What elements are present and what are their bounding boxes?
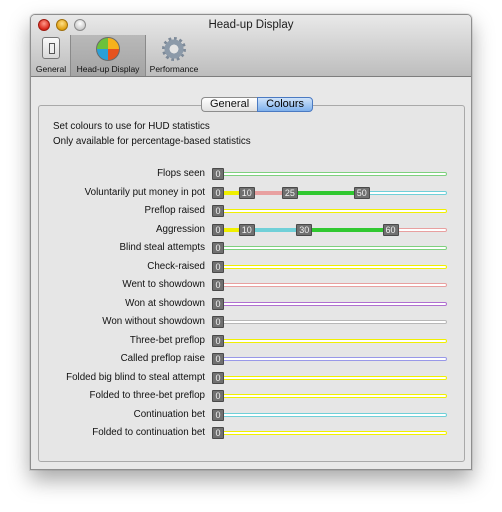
slider-threshold-handle[interactable]: 60 [382, 223, 399, 236]
toolbar-general-label: General [35, 64, 67, 74]
slider-threshold-handle[interactable]: 0 [212, 297, 224, 310]
color-range-slider[interactable]: 0 [212, 260, 447, 273]
color-range-slider[interactable]: 0 [212, 297, 447, 310]
slider-threshold-handle[interactable]: 0 [212, 260, 224, 273]
slider-threshold-handle[interactable]: 0 [212, 186, 224, 199]
stat-label: Folded to continuation bet [92, 427, 205, 438]
tab-colours[interactable]: Colours [257, 97, 314, 112]
color-range-slider[interactable]: 0 [212, 334, 447, 347]
stat-label: Folded big blind to steal attempt [66, 371, 205, 383]
slider-threshold-handle[interactable]: 0 [212, 242, 224, 254]
stat-label: Won at showdown [125, 297, 205, 309]
slider-threshold-handle[interactable]: 0 [212, 390, 224, 402]
slider-threshold-handle[interactable]: 0 [212, 223, 224, 236]
stat-row: Won without showdown 0 [31, 315, 471, 329]
preferences-window: Head-up Display General Head-up Display … [30, 14, 472, 470]
slider-threshold-handle[interactable]: 10 [238, 223, 255, 236]
color-range-slider[interactable]: 0 [212, 353, 447, 365]
color-range-slider[interactable]: 0 [212, 168, 447, 180]
color-range-slider[interactable]: 0 10 30 60 [212, 223, 447, 236]
switch-icon [42, 37, 60, 59]
tab-segmented-control: General Colours [201, 97, 314, 112]
stat-row: Folded to three-bet preflop 0 [31, 389, 471, 403]
window-title: Head-up Display [208, 19, 294, 31]
color-range-slider[interactable]: 0 [212, 242, 447, 254]
slider-threshold-handle[interactable]: 0 [212, 334, 224, 347]
title-bar: Head-up Display General Head-up Display … [31, 15, 471, 77]
color-range-slider[interactable]: 0 [212, 316, 447, 328]
stat-row: Aggression 0 10 30 60 [31, 223, 471, 237]
slider-threshold-handle[interactable]: 0 [212, 427, 224, 439]
stat-label: Flops seen [157, 168, 205, 179]
color-range-slider[interactable]: 0 [212, 390, 447, 402]
slider-threshold-handle[interactable]: 0 [212, 316, 224, 328]
stat-row: Preflop raised 0 [31, 204, 471, 218]
color-range-slider[interactable]: 0 [212, 408, 447, 421]
toolbar-hud-label: Head-up Display [76, 64, 140, 74]
stat-label: Blind steal attempts [119, 242, 206, 253]
slider-threshold-handle[interactable]: 10 [238, 186, 255, 199]
stat-row: Continuation bet 0 [31, 408, 471, 422]
color-range-slider[interactable]: 0 [212, 279, 447, 291]
toolbar-head-up-display[interactable]: Head-up Display [70, 35, 146, 76]
color-range-slider[interactable]: 0 [212, 371, 447, 384]
stat-label: Three-bet preflop [129, 334, 205, 346]
stat-row: Folded to continuation bet 0 [31, 426, 471, 440]
slider-threshold-handle[interactable]: 0 [212, 371, 224, 384]
stat-row: Went to showdown 0 [31, 278, 471, 292]
stat-label: Continuation bet [133, 408, 205, 420]
stat-row: Flops seen 0 [31, 167, 471, 181]
stat-label: Called preflop raise [120, 353, 205, 364]
description-line-2: Only available for percentage-based stat… [53, 136, 251, 147]
stat-row: Blind steal attempts 0 [31, 241, 471, 255]
stat-label: Check-raised [147, 260, 205, 272]
color-range-slider[interactable]: 0 [212, 427, 447, 439]
stat-row: Folded big blind to steal attempt 0 [31, 371, 471, 385]
slider-threshold-handle[interactable]: 0 [212, 279, 224, 291]
color-range-slider[interactable]: 0 [212, 205, 447, 217]
stat-label: Folded to three-bet preflop [89, 390, 205, 401]
stat-label: Went to showdown [122, 279, 205, 290]
slider-color-segment [289, 190, 362, 195]
stat-row: Won at showdown 0 [31, 297, 471, 311]
slider-threshold-handle[interactable]: 25 [281, 186, 298, 199]
slider-threshold-handle[interactable]: 30 [296, 223, 313, 236]
stat-label: Aggression [155, 223, 205, 235]
slider-threshold-handle[interactable]: 0 [212, 168, 224, 180]
description-line-1: Set colours to use for HUD statistics [53, 121, 210, 132]
slider-threshold-handle[interactable]: 0 [212, 353, 224, 365]
toolbar-performance-label: Performance [149, 64, 199, 74]
slider-color-segment [304, 227, 391, 232]
toolbar-performance[interactable]: Performance [147, 35, 201, 76]
toolbar-general[interactable]: General [33, 35, 69, 76]
stat-label: Preflop raised [144, 205, 205, 216]
stat-row: Voluntarily put money in pot 0 10 25 50 [31, 186, 471, 200]
stat-label: Voluntarily put money in pot [84, 186, 205, 198]
stat-row: Check-raised 0 [31, 260, 471, 274]
slider-threshold-handle[interactable]: 0 [212, 205, 224, 217]
gear-icon [162, 37, 186, 61]
color-range-slider[interactable]: 0 10 25 50 [212, 186, 447, 199]
stat-label: Won without showdown [102, 316, 205, 327]
tab-general[interactable]: General [201, 97, 258, 112]
slider-threshold-handle[interactable]: 50 [353, 186, 370, 199]
slider-threshold-handle[interactable]: 0 [212, 408, 224, 421]
color-ball-icon [96, 37, 120, 61]
stat-row: Called preflop raise 0 [31, 352, 471, 366]
stat-row: Three-bet preflop 0 [31, 334, 471, 348]
